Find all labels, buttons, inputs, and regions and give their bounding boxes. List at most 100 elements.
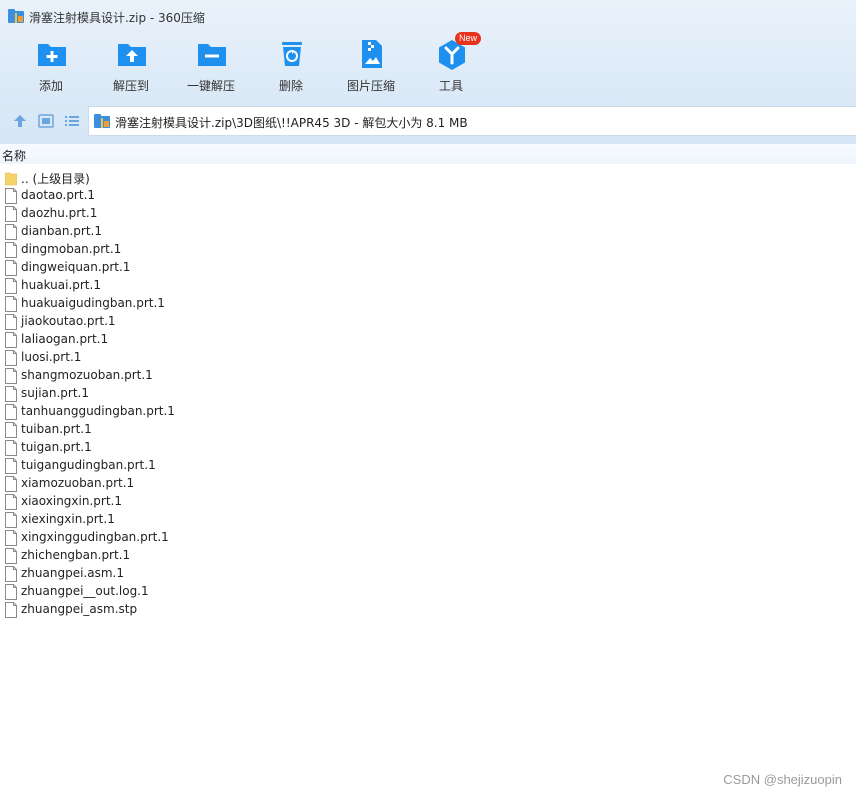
delete-button[interactable]: 删除 (251, 34, 331, 98)
file-name: zhuangpei.asm.1 (21, 566, 124, 580)
file-name: shangmozuoban.prt.1 (21, 368, 153, 382)
file-row[interactable]: luosi.prt.1 (0, 349, 856, 367)
file-icon (5, 368, 17, 384)
delete-label: 删除 (278, 79, 303, 93)
one-click-extract-icon (198, 44, 226, 66)
file-row[interactable]: laliaogan.prt.1 (0, 331, 856, 349)
archive-icon (94, 114, 110, 128)
file-icon (5, 350, 17, 366)
file-row[interactable]: zhichengban.prt.1 (0, 547, 856, 565)
toolbar: 添加 解压到 一键解压 删除 图片压缩 New 工具 (0, 32, 856, 100)
one-click-extract-label: 一键解压 (186, 79, 235, 93)
one-click-extract-button[interactable]: 一键解压 (171, 34, 251, 98)
column-header: 名称 (0, 144, 856, 164)
file-name: zhuangpei__out.log.1 (21, 584, 149, 598)
file-icon (5, 242, 17, 258)
file-row[interactable]: dianban.prt.1 (0, 223, 856, 241)
file-name: daotao.prt.1 (21, 188, 96, 202)
image-compress-button[interactable]: 图片压缩 (331, 34, 411, 98)
address-path: 滑塞注射模具设计.zip\3D图纸\!!APR45 3D - 解包大小为 8.1… (115, 116, 468, 130)
file-name: xiexingxin.prt.1 (21, 512, 115, 526)
file-name: dingmoban.prt.1 (21, 242, 122, 256)
file-row[interactable]: tuigangudingban.prt.1 (0, 457, 856, 475)
file-row[interactable]: huakuaigudingban.prt.1 (0, 295, 856, 313)
file-name: huakuai.prt.1 (21, 278, 101, 292)
file-name: xiaoxingxin.prt.1 (21, 494, 122, 508)
window-title: 滑塞注射模具设计.zip - 360压缩 (29, 11, 205, 25)
file-name: tuigangudingban.prt.1 (21, 458, 156, 472)
thumbnail-view-icon[interactable] (37, 112, 55, 130)
address-bar[interactable]: 滑塞注射模具设计.zip\3D图纸\!!APR45 3D - 解包大小为 8.1… (88, 106, 856, 136)
list-view-icon[interactable] (63, 112, 81, 130)
file-icon (5, 548, 17, 564)
file-row[interactable]: daozhu.prt.1 (0, 205, 856, 223)
up-arrow-icon[interactable] (11, 112, 29, 130)
file-row[interactable]: tuigan.prt.1 (0, 439, 856, 457)
file-row[interactable]: shangmozuoban.prt.1 (0, 367, 856, 385)
file-row[interactable]: xingxinggudingban.prt.1 (0, 529, 856, 547)
file-icon (5, 260, 17, 276)
file-row[interactable]: xiamozuoban.prt.1 (0, 475, 856, 493)
file-name: daozhu.prt.1 (21, 206, 98, 220)
address-row: 滑塞注射模具设计.zip\3D图纸\!!APR45 3D - 解包大小为 8.1… (0, 104, 856, 138)
title-bar: 滑塞注射模具设计.zip - 360压缩 (0, 0, 856, 32)
file-name: huakuaigudingban.prt.1 (21, 296, 165, 310)
file-icon (5, 512, 17, 528)
file-icon (5, 386, 17, 402)
file-icon (5, 530, 17, 546)
file-row[interactable]: tuiban.prt.1 (0, 421, 856, 439)
watermark: CSDN @shejizuopin (723, 772, 842, 787)
file-icon (5, 314, 17, 330)
file-name: dianban.prt.1 (21, 224, 103, 238)
file-row[interactable]: huakuai.prt.1 (0, 277, 856, 295)
file-icon (5, 476, 17, 492)
file-name: jiaokoutao.prt.1 (21, 314, 116, 328)
file-row[interactable]: zhuangpei.asm.1 (0, 565, 856, 583)
tools-button[interactable]: New 工具 (411, 32, 491, 98)
add-icon (38, 44, 66, 66)
file-name: tuigan.prt.1 (21, 440, 92, 454)
file-row[interactable]: zhuangpei_asm.stp (0, 601, 856, 619)
parent-directory-row[interactable]: .. (上级目录) (0, 169, 856, 187)
file-name: zhichengban.prt.1 (21, 548, 131, 562)
file-icon (5, 206, 17, 222)
file-row[interactable]: zhuangpei__out.log.1 (0, 583, 856, 601)
file-icon (5, 404, 17, 420)
extract-to-label: 解压到 (112, 79, 149, 93)
extract-to-button[interactable]: 解压到 (91, 34, 171, 98)
file-icon (5, 188, 17, 204)
file-row[interactable]: daotao.prt.1 (0, 187, 856, 205)
file-name: tuiban.prt.1 (21, 422, 92, 436)
file-row[interactable]: dingmoban.prt.1 (0, 241, 856, 259)
file-row[interactable]: dingweiquan.prt.1 (0, 259, 856, 277)
extract-to-icon (118, 44, 146, 66)
file-name: xiamozuoban.prt.1 (21, 476, 135, 490)
delete-icon (282, 42, 302, 66)
file-icon (5, 278, 17, 294)
folder-icon (5, 172, 17, 186)
file-icon (5, 566, 17, 582)
file-icon (5, 422, 17, 438)
add-button[interactable]: 添加 (11, 34, 91, 98)
file-icon (5, 440, 17, 456)
file-icon (5, 584, 17, 600)
file-row[interactable]: xiexingxin.prt.1 (0, 511, 856, 529)
file-row[interactable]: xiaoxingxin.prt.1 (0, 493, 856, 511)
file-name: laliaogan.prt.1 (21, 332, 109, 346)
file-name: sujian.prt.1 (21, 386, 90, 400)
file-row[interactable]: tanhuanggudingban.prt.1 (0, 403, 856, 421)
file-name: zhuangpei_asm.stp (21, 602, 138, 616)
file-list: .. (上级目录) daotao.prt.1 daozhu.prt.1 dianban… (0, 169, 856, 619)
name-column-header[interactable]: 名称 (2, 147, 26, 164)
file-icon (5, 332, 17, 348)
tools-label: 工具 (438, 79, 463, 93)
file-name: .. (上级目录) (21, 172, 90, 186)
file-name: xingxinggudingban.prt.1 (21, 530, 169, 544)
file-icon (5, 458, 17, 474)
image-compress-icon (362, 40, 382, 68)
file-row[interactable]: jiaokoutao.prt.1 (0, 313, 856, 331)
image-compress-label: 图片压缩 (346, 79, 395, 93)
file-icon (5, 224, 17, 240)
new-badge: New (455, 32, 482, 45)
file-row[interactable]: sujian.prt.1 (0, 385, 856, 403)
